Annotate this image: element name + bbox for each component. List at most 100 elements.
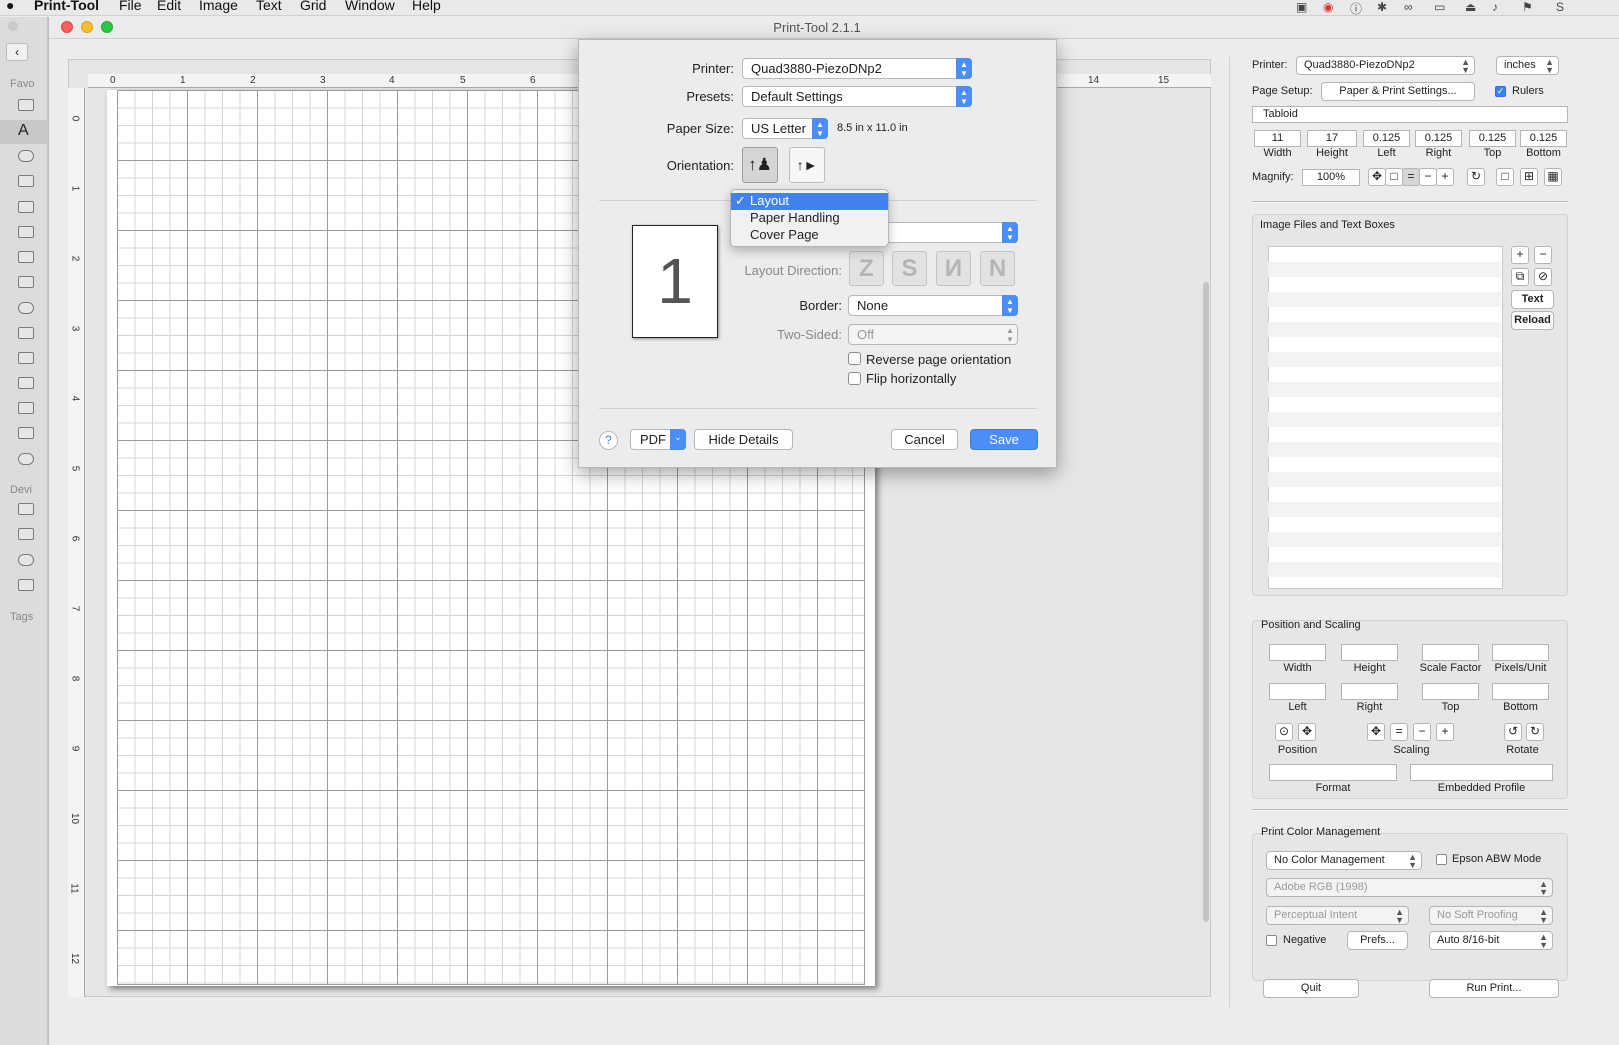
grid-many-icon[interactable]: ▦ <box>1544 168 1562 186</box>
save-button[interactable]: Save <box>970 429 1038 450</box>
soft-proofing-select[interactable]: No Soft Proofing ▲ ▼ <box>1429 906 1553 925</box>
pdf-menu-button[interactable]: PDF ⌄ <box>630 429 686 450</box>
menu-grid[interactable]: Grid <box>300 0 326 13</box>
menu-file[interactable]: File <box>119 0 142 13</box>
status-sync-icon[interactable]: ∞ <box>1404 0 1413 14</box>
units-select[interactable]: inches ▲ ▼ <box>1496 56 1559 75</box>
image-height-field[interactable] <box>1341 644 1398 661</box>
folder-icon[interactable] <box>18 276 34 288</box>
status-airplay-icon[interactable]: ▭ <box>1434 0 1445 14</box>
rotate-right-icon[interactable]: ↻ <box>1526 723 1544 741</box>
rulers-checkbox[interactable]: ✓ <box>1495 86 1506 97</box>
color-management-select[interactable]: No Color Management ▲ ▼ <box>1266 851 1422 870</box>
margin-left-field[interactable]: 0.125 <box>1363 130 1410 147</box>
rotate-left-icon[interactable]: ↺ <box>1504 723 1522 741</box>
status-flag-icon[interactable]: ⚑ <box>1522 0 1533 14</box>
duplicate-icon[interactable]: ⧉ <box>1511 268 1529 286</box>
scale-factor-field[interactable] <box>1422 644 1479 661</box>
folder-icon[interactable] <box>18 327 34 339</box>
refresh-icon[interactable]: ↻ <box>1467 168 1485 186</box>
status-alert-icon[interactable]: ⓘ <box>1350 0 1362 17</box>
menu-help[interactable]: Help <box>412 0 441 13</box>
folder-icon[interactable] <box>18 251 34 263</box>
printer-select[interactable]: Quad3880-PiezoDNp2 ▲ ▼ <box>1296 56 1475 75</box>
menu-edit[interactable]: Edit <box>157 0 181 13</box>
menu-item-layout[interactable]: ✓ Layout <box>731 193 888 210</box>
folder-icon[interactable] <box>18 352 34 364</box>
reverse-orientation-checkbox[interactable] <box>848 352 861 365</box>
paper-name-field[interactable]: Tabloid <box>1252 106 1568 123</box>
disk-icon[interactable] <box>18 503 34 515</box>
prefs-button[interactable]: Prefs... <box>1347 931 1408 950</box>
paper-size-select[interactable]: US Letter ▲ ▼ <box>742 118 828 139</box>
status-record-icon[interactable]: ◉ <box>1323 0 1333 14</box>
disk-icon[interactable] <box>18 528 34 540</box>
dialog-printer-select[interactable]: Quad3880-PiezoDNp2 ▲ ▼ <box>742 58 972 79</box>
page-icon[interactable]: □ <box>1385 168 1403 186</box>
margin-right-field[interactable]: 0.125 <box>1415 130 1462 147</box>
airdrop-icon[interactable] <box>18 150 34 162</box>
menu-text[interactable]: Text <box>256 0 282 13</box>
menu-app-name[interactable]: Print-Tool <box>34 0 99 13</box>
scale-up-icon[interactable]: + <box>1436 723 1454 741</box>
move-position-icon[interactable]: ✥ <box>1298 723 1316 741</box>
disk-icon[interactable] <box>18 579 34 591</box>
quit-button[interactable]: Quit <box>1263 979 1359 998</box>
finder-sidebar-selected[interactable]: A <box>0 120 48 144</box>
add-icon[interactable]: + <box>1511 246 1529 264</box>
optical-disk-icon[interactable] <box>18 554 34 566</box>
apple-icon[interactable]: ● <box>6 0 14 13</box>
page-setup-button[interactable]: Paper & Print Settings... <box>1321 82 1475 101</box>
remove-icon[interactable]: − <box>1534 246 1552 264</box>
center-position-icon[interactable]: ⊙ <box>1275 723 1293 741</box>
add-text-button[interactable]: Text <box>1511 290 1554 309</box>
status-volume-icon[interactable]: ♪ <box>1492 0 1498 14</box>
status-app-icon[interactable]: ▣ <box>1296 0 1307 14</box>
vertical-scrollbar[interactable] <box>1203 282 1209 922</box>
clear-icon[interactable]: ⊘ <box>1534 268 1552 286</box>
move-icon[interactable]: ✥ <box>1368 168 1386 186</box>
layout-direction-n-reverse-icon[interactable]: N <box>936 251 971 286</box>
border-select[interactable]: None ▲ ▼ <box>848 295 1018 316</box>
help-icon[interactable]: ? <box>599 431 618 450</box>
image-top-field[interactable] <box>1422 683 1479 700</box>
rendering-intent-select[interactable]: Perceptual Intent ▲ ▼ <box>1266 906 1409 925</box>
bit-depth-select[interactable]: Auto 8/16-bit ▲ ▼ <box>1429 931 1553 950</box>
image-bottom-field[interactable] <box>1492 683 1549 700</box>
layout-direction-n-icon[interactable]: N <box>980 251 1015 286</box>
two-sided-select[interactable]: Off ▲ ▼ <box>848 324 1018 345</box>
presets-select[interactable]: Default Settings ▲ ▼ <box>742 86 972 107</box>
status-eject-icon[interactable]: ⏏ <box>1465 0 1476 14</box>
scale-down-icon[interactable]: − <box>1413 723 1431 741</box>
folder-icon[interactable] <box>18 226 34 238</box>
menu-window[interactable]: Window <box>345 0 395 13</box>
pixels-per-unit-field[interactable] <box>1492 644 1549 661</box>
cloud-icon[interactable] <box>18 302 34 314</box>
image-width-field[interactable] <box>1269 644 1326 661</box>
menu-item-cover-page[interactable]: Cover Page <box>731 227 888 244</box>
folder-icon[interactable] <box>18 377 34 389</box>
cancel-button[interactable]: Cancel <box>891 429 958 450</box>
epson-abw-checkbox[interactable] <box>1436 854 1447 865</box>
equal-icon[interactable]: = <box>1402 168 1420 186</box>
finder-sidebar-icon[interactable] <box>18 99 34 111</box>
menu-image[interactable]: Image <box>199 0 238 13</box>
profile-select[interactable]: Adobe RGB (1998) ▲ ▼ <box>1266 878 1553 897</box>
negative-checkbox[interactable] <box>1266 935 1277 946</box>
layout-direction-z-icon[interactable]: Z <box>849 251 884 286</box>
magnify-field[interactable]: 100% <box>1302 169 1360 186</box>
folder-icon[interactable] <box>18 427 34 439</box>
layout-direction-s-icon[interactable]: S <box>892 251 927 286</box>
hide-details-button[interactable]: Hide Details <box>694 429 793 450</box>
margin-bottom-field[interactable]: 0.125 <box>1520 130 1567 147</box>
status-user[interactable]: S <box>1556 0 1564 14</box>
zoom-in-icon[interactable]: + <box>1436 168 1454 186</box>
image-right-field[interactable] <box>1341 683 1398 700</box>
run-print-button[interactable]: Run Print... <box>1429 979 1559 998</box>
status-bluetooth-icon[interactable]: ✱ <box>1377 0 1387 14</box>
paper-height-field[interactable]: 17 <box>1307 130 1357 147</box>
landscape-orientation-icon[interactable]: ↑► <box>789 147 825 183</box>
scale-equal-icon[interactable]: = <box>1390 723 1408 741</box>
single-page-icon[interactable]: □ <box>1496 168 1514 186</box>
folder-icon[interactable] <box>18 402 34 414</box>
